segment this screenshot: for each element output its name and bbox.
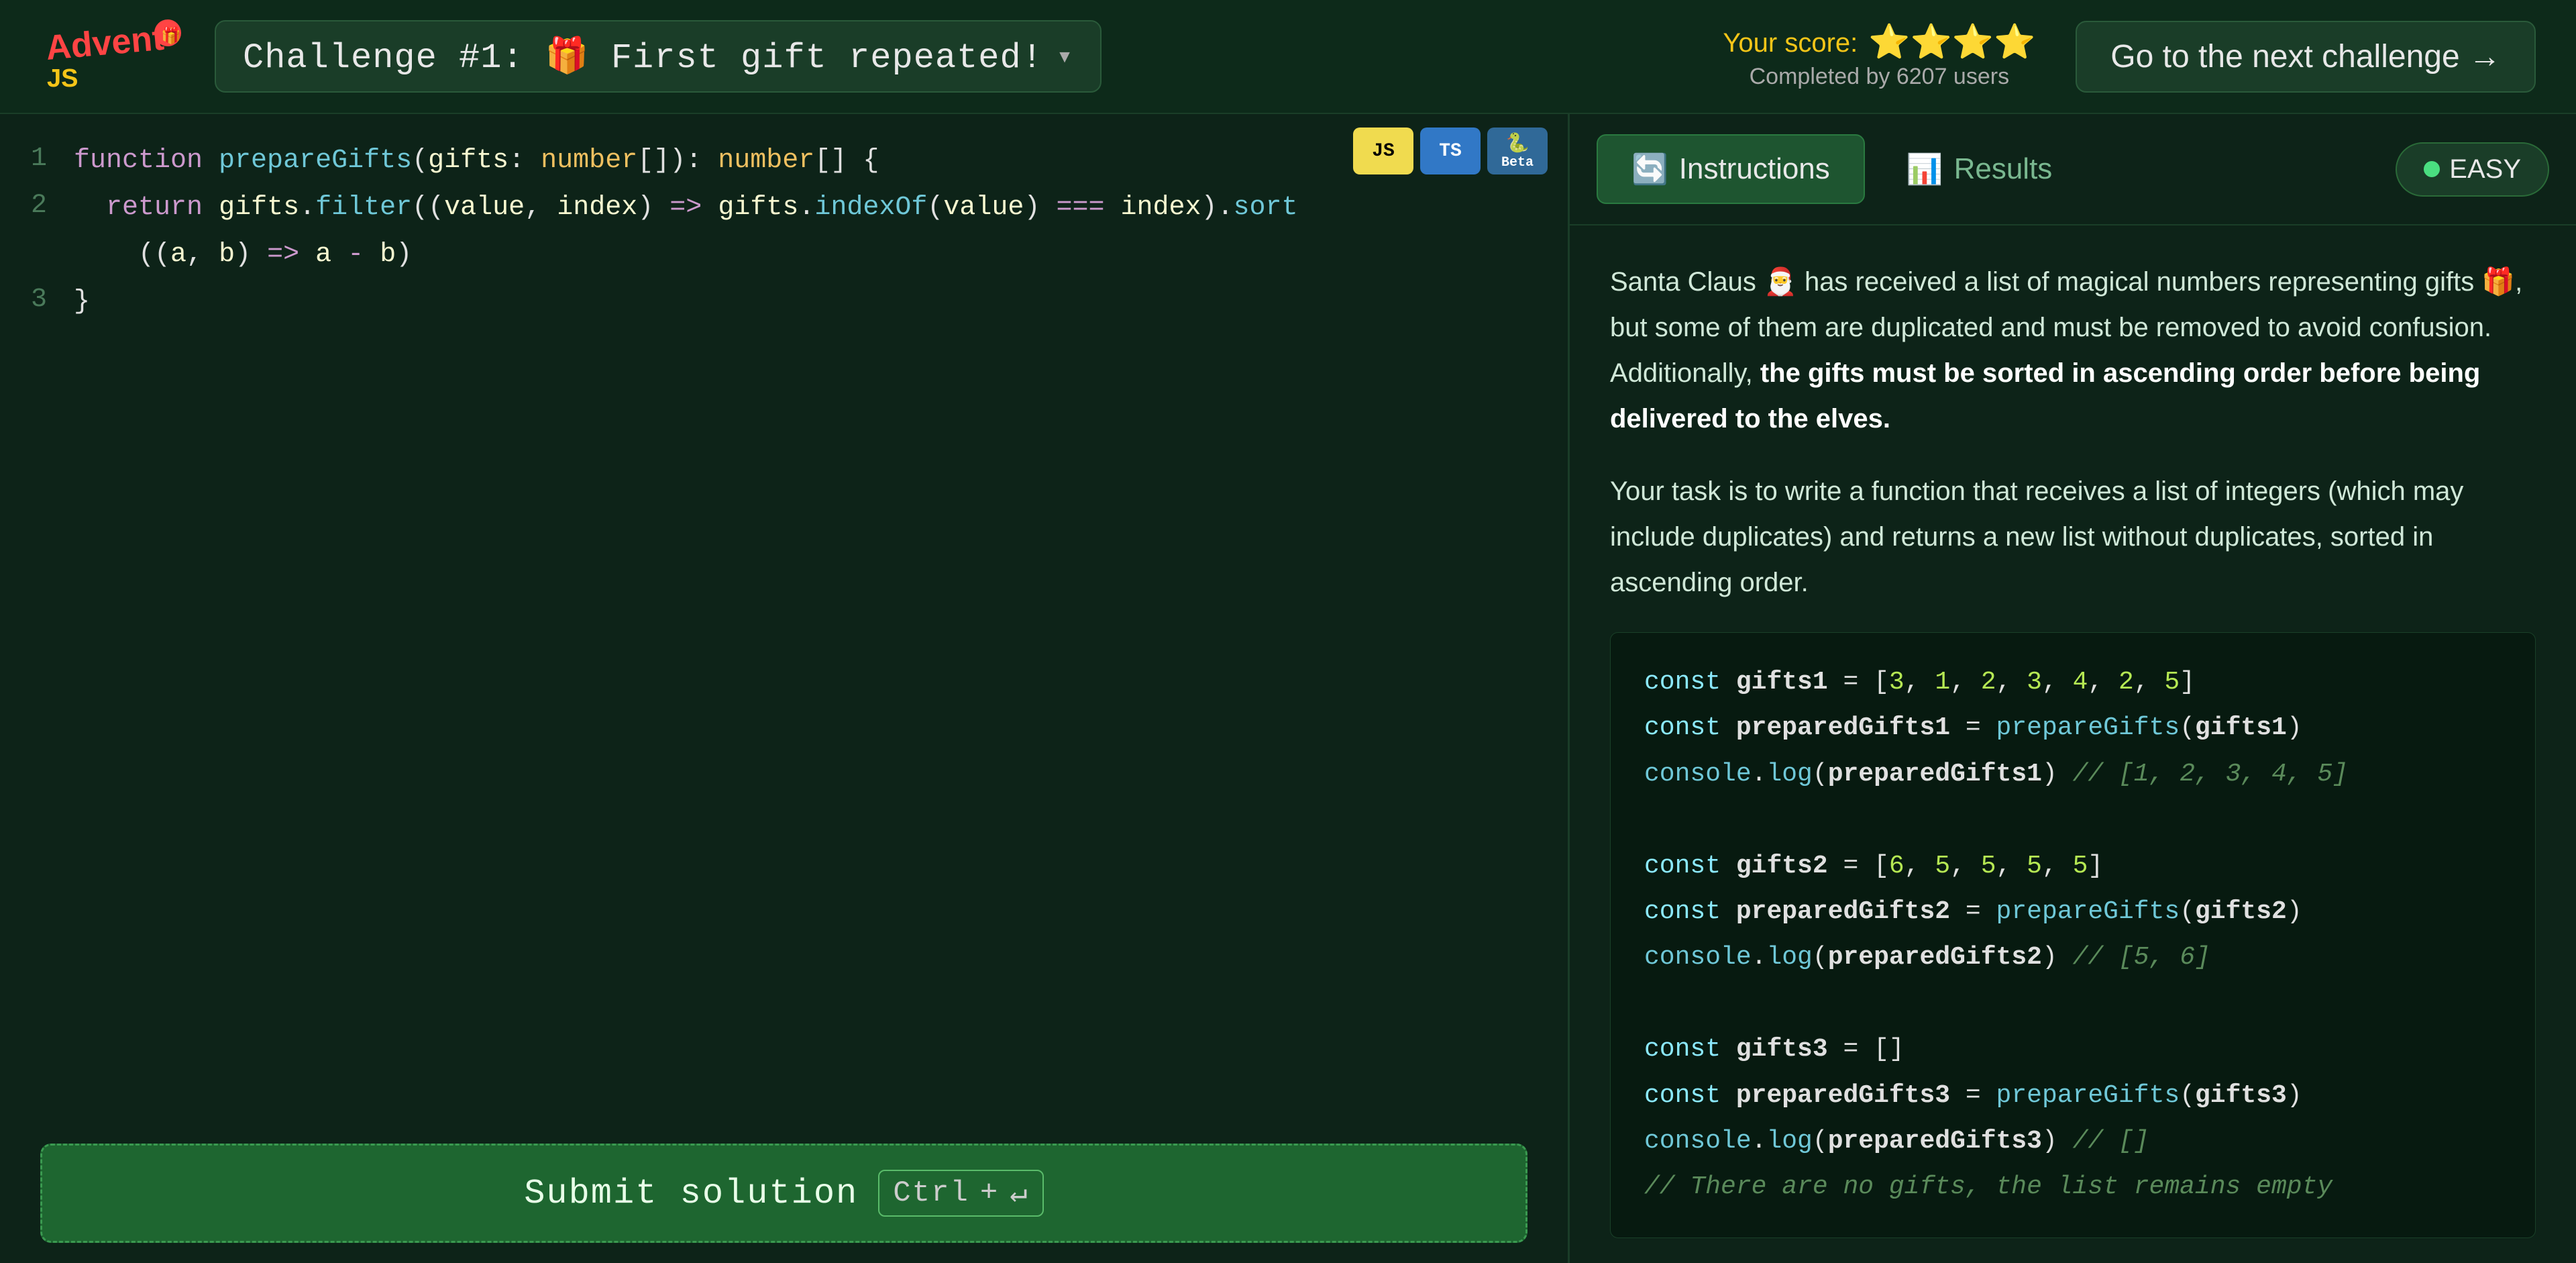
results-tab-label: Results <box>1954 152 2053 186</box>
code-example-line-2: const preparedGifts1 = prepareGifts(gift… <box>1644 705 2502 751</box>
score-label: Your score: <box>1723 28 1858 58</box>
code-line-1: 1 function prepareGifts(gifts: number[])… <box>0 141 1568 188</box>
submit-button-area: Submit solution Ctrl + ↵ <box>0 1123 1568 1263</box>
difficulty-label: EASY <box>2449 154 2521 185</box>
ts-lang-button[interactable]: TS <box>1420 128 1481 174</box>
code-line-2: 2 return gifts.filter((value, index) => … <box>0 188 1568 235</box>
tab-instructions[interactable]: 🔄 Instructions <box>1597 134 1865 204</box>
recycle-icon: 🔄 <box>1631 152 1668 187</box>
code-example-line-1: const gifts1 = [3, 1, 2, 3, 4, 2, 5] <box>1644 660 2502 705</box>
difficulty-badge: EASY <box>2396 142 2549 197</box>
code-line-2b: ((a, b) => a - b) <box>0 235 1568 282</box>
submit-label: Submit solution <box>524 1174 858 1213</box>
svg-text:Advent: Advent <box>44 19 166 68</box>
score-completed: Completed by 6207 users <box>1723 64 2035 90</box>
code-example-line-6: console.log(preparedGifts2) // [5, 6] <box>1644 935 2502 980</box>
keyboard-shortcut: Ctrl + ↵ <box>878 1170 1044 1217</box>
code-example-line-9: console.log(preparedGifts3) // [] <box>1644 1119 2502 1164</box>
submit-solution-button[interactable]: Submit solution Ctrl + ↵ <box>40 1144 1527 1243</box>
chevron-down-icon: ▾ <box>1057 40 1073 73</box>
instructions-content: Santa Claus 🎅 has received a list of mag… <box>1570 225 2576 1263</box>
code-line-3: 3 } <box>0 282 1568 329</box>
challenge-selector[interactable]: Challenge #1: 🎁 First gift repeated! ▾ <box>215 20 1102 93</box>
description-paragraph-2: Your task is to write a function that re… <box>1610 468 2536 605</box>
next-challenge-label: Go to the next challenge → <box>2110 38 2501 75</box>
code-example-line-4: const gifts2 = [6, 5, 5, 5, 5] <box>1644 844 2502 889</box>
chart-icon: 📊 <box>1907 152 1943 187</box>
js-lang-button[interactable]: JS <box>1353 128 1413 174</box>
code-example-line-blank1 <box>1644 797 2502 843</box>
code-example-line-8: const preparedGifts3 = prepareGifts(gift… <box>1644 1073 2502 1119</box>
svg-text:JS: JS <box>47 64 78 93</box>
tab-results[interactable]: 📊 Results <box>1872 134 2088 204</box>
header-right: Your score: ⭐⭐⭐⭐ Completed by 6207 users… <box>1723 21 2536 93</box>
editor-panel: JS TS 🐍 Beta 1 function prepareGifts(gif… <box>0 114 1570 1263</box>
instructions-tab-label: Instructions <box>1679 152 1830 186</box>
code-example-line-3: console.log(preparedGifts1) // [1, 2, 3,… <box>1644 752 2502 797</box>
py-lang-button[interactable]: 🐍 Beta <box>1487 128 1548 174</box>
ctrl-key: Ctrl <box>893 1176 969 1210</box>
editor-toolbar: JS TS 🐍 Beta <box>1353 128 1548 174</box>
score-section: Your score: ⭐⭐⭐⭐ Completed by 6207 users <box>1723 23 2035 90</box>
enter-key: ↵ <box>1010 1175 1029 1211</box>
logo: Advent JS 🎁 <box>40 13 188 100</box>
challenge-title: Challenge #1: 🎁 First gift repeated! <box>243 35 1043 78</box>
code-example-line-10: // There are no gifts, the list remains … <box>1644 1164 2502 1210</box>
instructions-panel: 🔄 Instructions 📊 Results EASY Santa Clau… <box>1570 114 2576 1263</box>
score-stars: ⭐⭐⭐⭐ <box>1868 23 2035 64</box>
description-paragraph-1: Santa Claus 🎅 has received a list of mag… <box>1610 259 2536 442</box>
code-example-line-blank2 <box>1644 981 2502 1027</box>
header: Advent JS 🎁 Challenge #1: 🎁 First gift r… <box>0 0 2576 114</box>
code-example-block: const gifts1 = [3, 1, 2, 3, 4, 2, 5] con… <box>1610 632 2536 1238</box>
next-challenge-button[interactable]: Go to the next challenge → <box>2076 21 2536 93</box>
code-editor[interactable]: 1 function prepareGifts(gifts: number[])… <box>0 114 1568 1123</box>
code-example-line-5: const preparedGifts2 = prepareGifts(gift… <box>1644 889 2502 935</box>
svg-text:🎁: 🎁 <box>161 26 181 46</box>
panel-tabs: 🔄 Instructions 📊 Results EASY <box>1570 114 2576 225</box>
plus-sign: + <box>980 1176 999 1210</box>
code-example-line-7: const gifts3 = [] <box>1644 1027 2502 1072</box>
difficulty-dot <box>2424 161 2440 177</box>
main-content: JS TS 🐍 Beta 1 function prepareGifts(gif… <box>0 114 2576 1263</box>
